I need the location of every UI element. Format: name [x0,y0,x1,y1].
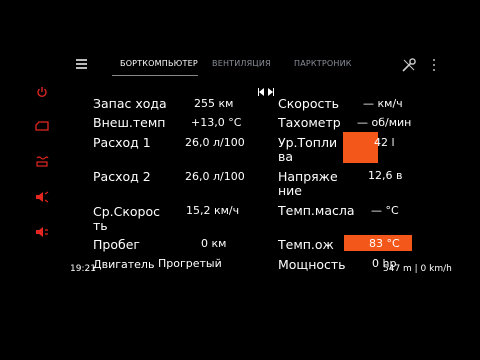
speaker-icon[interactable] [30,189,54,205]
param-value-outside-temp: +13,0 °C [191,116,242,129]
status-clock: 19:21 [70,264,96,274]
wrench-screwdriver-icon[interactable] [401,57,417,73]
param-value-coolant-temp: 83 °C [369,237,400,250]
param-label-fuel-level: Ур.Топлива [278,135,338,164]
param-value-tachometer: — об/мин [357,116,412,129]
param-label-speed: Скорость [278,96,340,111]
param-value-mileage: 0 км [201,237,227,250]
param-label-consumption-2: Расход 2 [93,169,151,184]
param-label-mileage: Пробег [93,237,140,252]
power-icon[interactable] [30,84,54,100]
param-label-engine: Двигатель [93,258,155,271]
param-value-consumption-1: 26,0 л/100 [185,136,245,149]
tab-bar: БОРТКОМПЬЮТЕР ВЕНТИЛЯЦИЯ ПАРКТРОНИК [70,54,450,76]
kebab-menu-icon[interactable] [432,58,436,72]
seat-heater-icon[interactable] [30,154,54,170]
param-label-voltage: Напряжение [278,169,338,198]
param-value-fuel-level: 42 l [374,136,395,149]
param-value-avg-speed: 15,2 км/ч [186,204,240,217]
param-label-range: Запас хода [93,96,167,111]
param-value-consumption-2: 26,0 л/100 [185,170,245,183]
fuel-level-warning-highlight [343,132,378,163]
tab-ventilation[interactable]: ВЕНТИЛЯЦИЯ [212,59,271,68]
param-value-range: 255 км [194,97,234,110]
status-gps-readout: 547 m | 0 km/h [383,264,452,274]
param-label-coolant-temp: Темп.ож [278,237,334,252]
tab-parktronic[interactable]: ПАРКТРОНИК [294,59,352,68]
param-label-consumption-1: Расход 1 [93,135,151,150]
car-door-icon[interactable] [30,118,54,134]
param-label-outside-temp: Внеш.темп [93,115,166,130]
param-label-power: Мощность [278,257,346,272]
param-value-speed: — км/ч [363,97,403,110]
param-label-avg-speed: Ср.Скорость [93,204,161,233]
param-value-oil-temp: — °C [371,204,399,217]
param-label-tachometer: Тахометр [278,115,341,130]
param-value-engine: Прогретый [158,257,222,270]
tab-board-computer[interactable]: БОРТКОМПЬЮТЕР [120,59,198,68]
hamburger-menu-icon[interactable] [76,58,90,70]
param-value-voltage: 12,6 в [368,169,403,182]
active-tab-indicator [112,75,198,76]
volume-icon[interactable] [30,224,54,240]
param-label-oil-temp: Темп.масла [278,203,355,218]
prev-next-icon[interactable] [258,81,274,96]
